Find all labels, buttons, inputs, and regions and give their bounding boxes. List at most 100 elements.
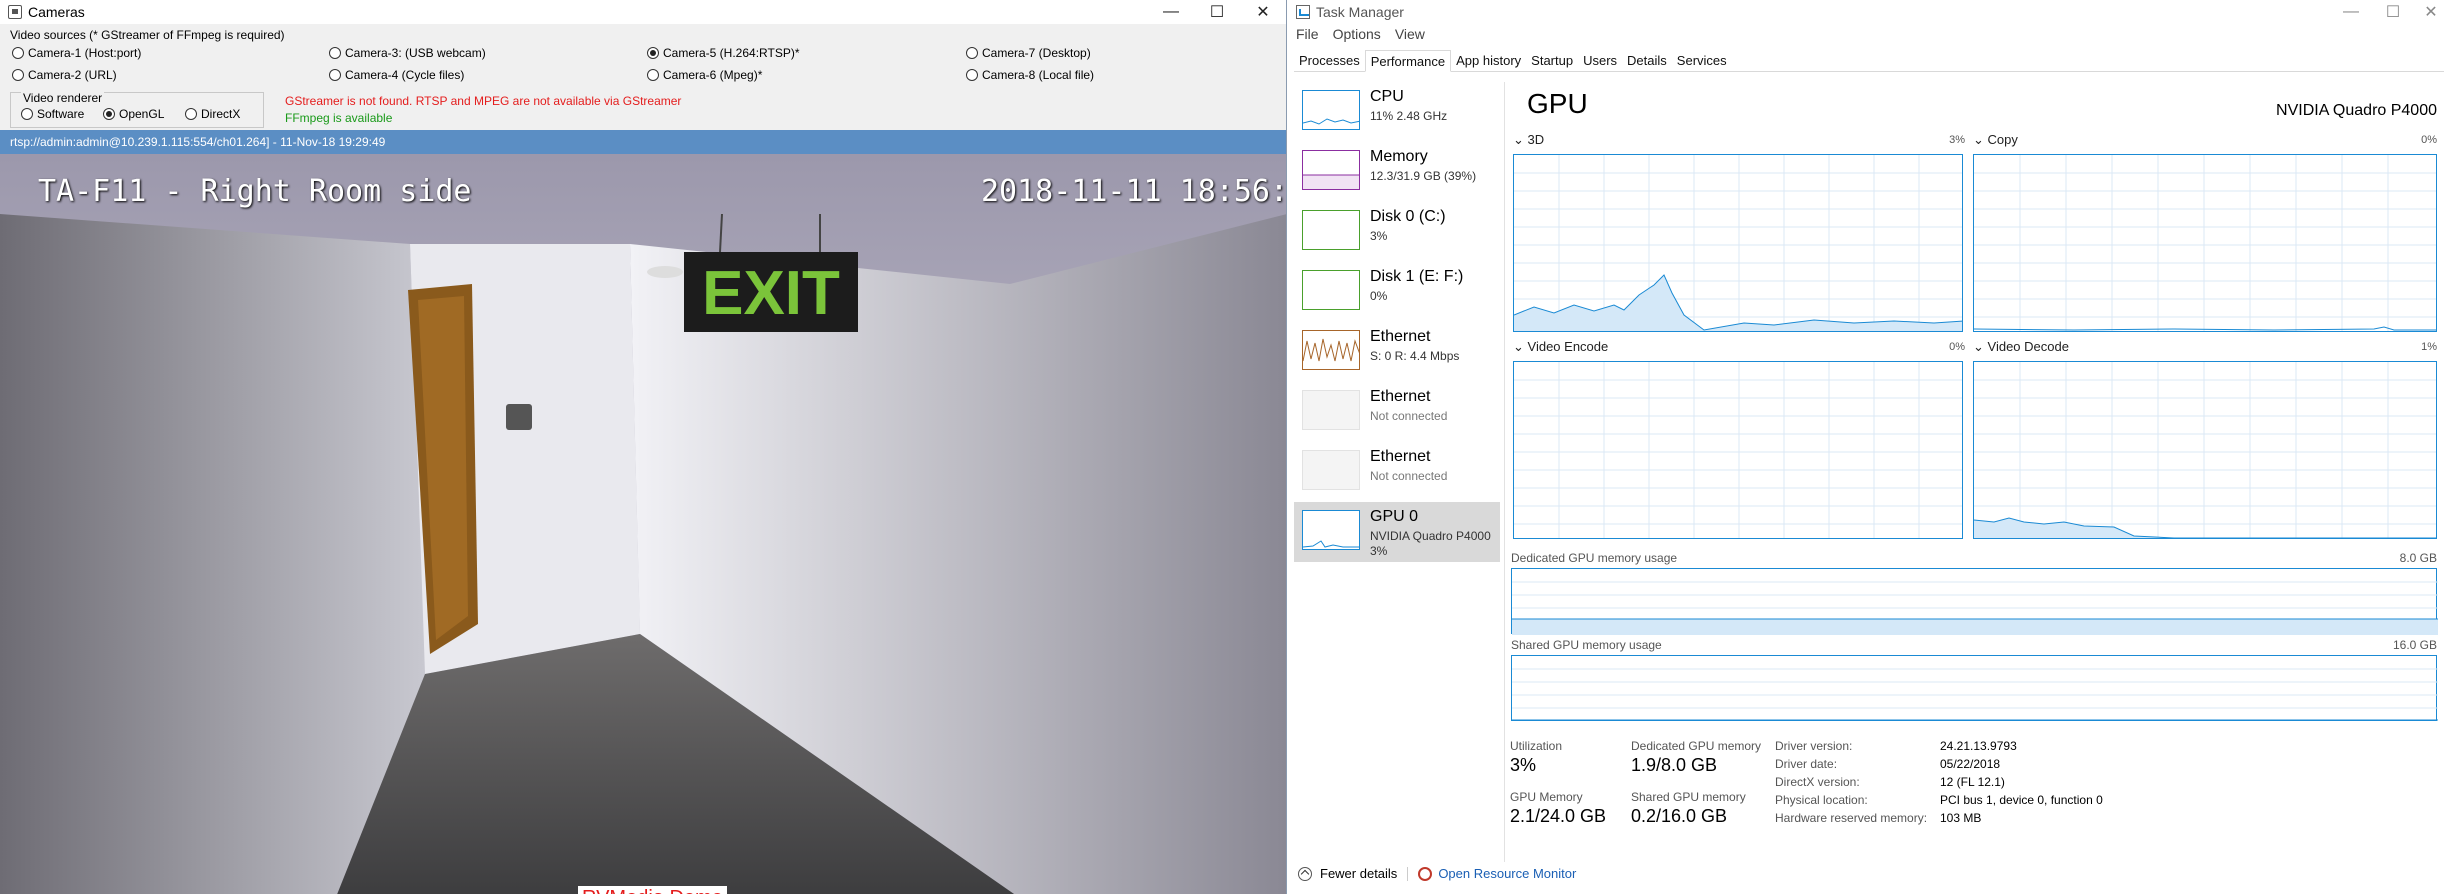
radio-icon [21,108,33,120]
resource-detail: 12.3/31.9 GB (39%) [1370,169,1477,183]
shared-memory-max: 16.0 GB [2392,638,2437,652]
cpu-thumbnail-graph [1302,90,1360,130]
physical-location-label: Physical location: [1775,793,1868,807]
minimize-button[interactable]: — [2328,0,2374,24]
resource-detail: 0% [1370,289,1388,303]
directx-version-value: 12 (FL 12.1) [1940,775,2005,789]
dedicated-memory-stat-value: 1.9/8.0 GB [1631,755,1718,775]
shared-memory-graph [1511,655,2438,721]
menu-options[interactable]: Options [1333,26,1381,42]
dedicated-memory-graph [1511,568,2438,635]
reserved-memory-value: 103 MB [1940,811,1982,825]
memory-thumbnail-graph [1302,150,1360,190]
resource-detail: Not connected [1370,409,1448,423]
engine-selector-3d[interactable]: ⌄ 3D [1513,132,1544,148]
cameras-window: Cameras — ☐ ✕ Video sources (* GStreamer… [0,0,1287,894]
fewer-details-link[interactable]: Fewer details [1320,866,1397,881]
task-manager-titlebar: Task Manager — ☐ ✕ [1288,0,2451,24]
driver-version-label: Driver version: [1775,739,1853,753]
resource-detail: 11% 2.48 GHz [1370,109,1448,123]
dedicated-memory-max: 8.0 GB [2399,551,2437,565]
source-radio-camera-2[interactable]: Camera-2 (URL) [12,68,117,82]
gpu-detail-panel: GPU NVIDIA Quadro P4000 ⌄ 3D 3% ⌄ Copy 0… [1504,82,2451,862]
source-radio-camera-5[interactable]: Camera-5 (H.264:RTSP)* [647,46,800,60]
shared-memory-plot [1512,668,2438,721]
resource-list: CPU 11% 2.48 GHz Memory 12.3/31.9 GB (39… [1294,82,1500,562]
resource-name: Disk 0 (C:) [1370,208,1446,225]
ethernet-thumbnail-graph [1302,450,1360,490]
cameras-titlebar: Cameras — ☐ ✕ [0,0,1286,24]
engine-pct-3d: 3% [1949,134,1965,146]
source-radio-camera-8[interactable]: Camera-8 (Local file) [966,68,1094,82]
driver-date-value: 05/22/2018 [1940,757,2001,771]
renderer-radio-opengl[interactable]: OpenGL [103,107,164,121]
minimize-button[interactable]: — [1148,0,1194,24]
corridor-scene: EXIT [0,154,1286,894]
stream-address-bar: rtsp://admin:admin@10.239.1.115:554/ch01… [0,130,1286,154]
ethernet-thumbnail-graph [1302,390,1360,430]
close-button[interactable]: ✕ [1240,0,1286,24]
shared-memory-label: Shared GPU memory usage [1511,638,1662,652]
resource-disk-0[interactable]: Disk 0 (C:) 3% [1294,202,1500,262]
radio-selected-icon [103,108,115,120]
graph-video-decode [1973,361,2437,539]
tab-details[interactable]: Details [1622,50,1672,71]
resource-gpu-0[interactable]: GPU 0 NVIDIA Quadro P4000 3% [1294,502,1500,562]
open-resource-monitor-link[interactable]: Open Resource Monitor [1438,866,1576,881]
engine-selector-video-encode[interactable]: ⌄ Video Encode [1513,339,1608,355]
video-renderer-label: Video renderer [21,91,105,105]
engine-selector-video-decode[interactable]: ⌄ Video Decode [1973,339,2069,355]
directx-version-label: DirectX version: [1775,775,1860,789]
disk-thumbnail-graph [1302,270,1360,310]
resource-ethernet-3[interactable]: Ethernet Not connected [1294,442,1500,502]
graph-3d-plot [1514,155,1962,331]
task-manager-window: Task Manager — ☐ ✕ File Options View Pro… [1288,0,2451,894]
resource-name: Memory [1370,148,1428,165]
camera-name-overlay: TA-F11 - Right Room side [38,174,472,209]
tab-users[interactable]: Users [1578,50,1622,71]
source-radio-camera-3[interactable]: Camera-3: (USB webcam) [329,46,486,60]
menu-file[interactable]: File [1296,26,1319,42]
renderer-radio-software[interactable]: Software [21,107,84,121]
gstreamer-error-message: GStreamer is not found. RTSP and MPEG ar… [285,94,682,108]
source-radio-camera-7[interactable]: Camera-7 (Desktop) [966,46,1091,60]
source-radio-camera-1[interactable]: Camera-1 (Host:port) [12,46,141,60]
resource-memory[interactable]: Memory 12.3/31.9 GB (39%) [1294,142,1500,202]
renderer-radio-directx[interactable]: DirectX [185,107,240,121]
utilization-label: Utilization [1510,739,1563,753]
tab-app-history[interactable]: App history [1451,50,1526,71]
resource-cpu[interactable]: CPU 11% 2.48 GHz [1294,82,1500,142]
ethernet-thumbnail-graph [1302,330,1360,370]
menu-view[interactable]: View [1395,26,1425,42]
graph-3d [1513,154,1963,332]
source-radio-camera-6[interactable]: Camera-6 (Mpeg)* [647,68,762,82]
radio-icon [329,47,341,59]
utilization-value: 3% [1510,755,1537,775]
resource-ethernet-2[interactable]: Ethernet Not connected [1294,382,1500,442]
graph-video-encode [1513,361,1963,539]
source-radio-camera-4[interactable]: Camera-4 (Cycle files) [329,68,464,82]
shared-memory-stat-label: Shared GPU memory [1631,790,1746,804]
graph-copy-plot [1974,155,2436,331]
gpu-memory-value: 2.1/24.0 GB [1510,806,1607,826]
resource-detail: Not connected [1370,469,1448,483]
tab-processes[interactable]: Processes [1294,50,1365,71]
rvmedia-watermark: RVMedia Demo [578,886,727,894]
resource-name: Ethernet [1370,388,1431,405]
cameras-body: Video sources (* GStreamer of FFmpeg is … [0,24,1286,894]
close-button[interactable]: ✕ [2408,0,2451,24]
maximize-button[interactable]: ☐ [1194,0,1240,24]
window-title: Cameras [28,4,85,20]
shared-memory-stat-value: 0.2/16.0 GB [1631,806,1728,826]
radio-icon [12,69,24,81]
resource-disk-1[interactable]: Disk 1 (E: F:) 0% [1294,262,1500,322]
dedicated-memory-label: Dedicated GPU memory usage [1511,551,1678,565]
tab-services[interactable]: Services [1672,50,1732,71]
tab-startup[interactable]: Startup [1526,50,1578,71]
physical-location-value: PCI bus 1, device 0, function 0 [1940,793,2103,807]
resource-ethernet-1[interactable]: Ethernet S: 0 R: 4.4 Mbps [1294,322,1500,382]
engine-selector-copy[interactable]: ⌄ Copy [1973,132,2018,148]
tab-performance[interactable]: Performance [1364,50,1452,72]
graph-video-encode-plot [1514,362,1962,538]
dedicated-memory-plot [1512,581,2438,635]
